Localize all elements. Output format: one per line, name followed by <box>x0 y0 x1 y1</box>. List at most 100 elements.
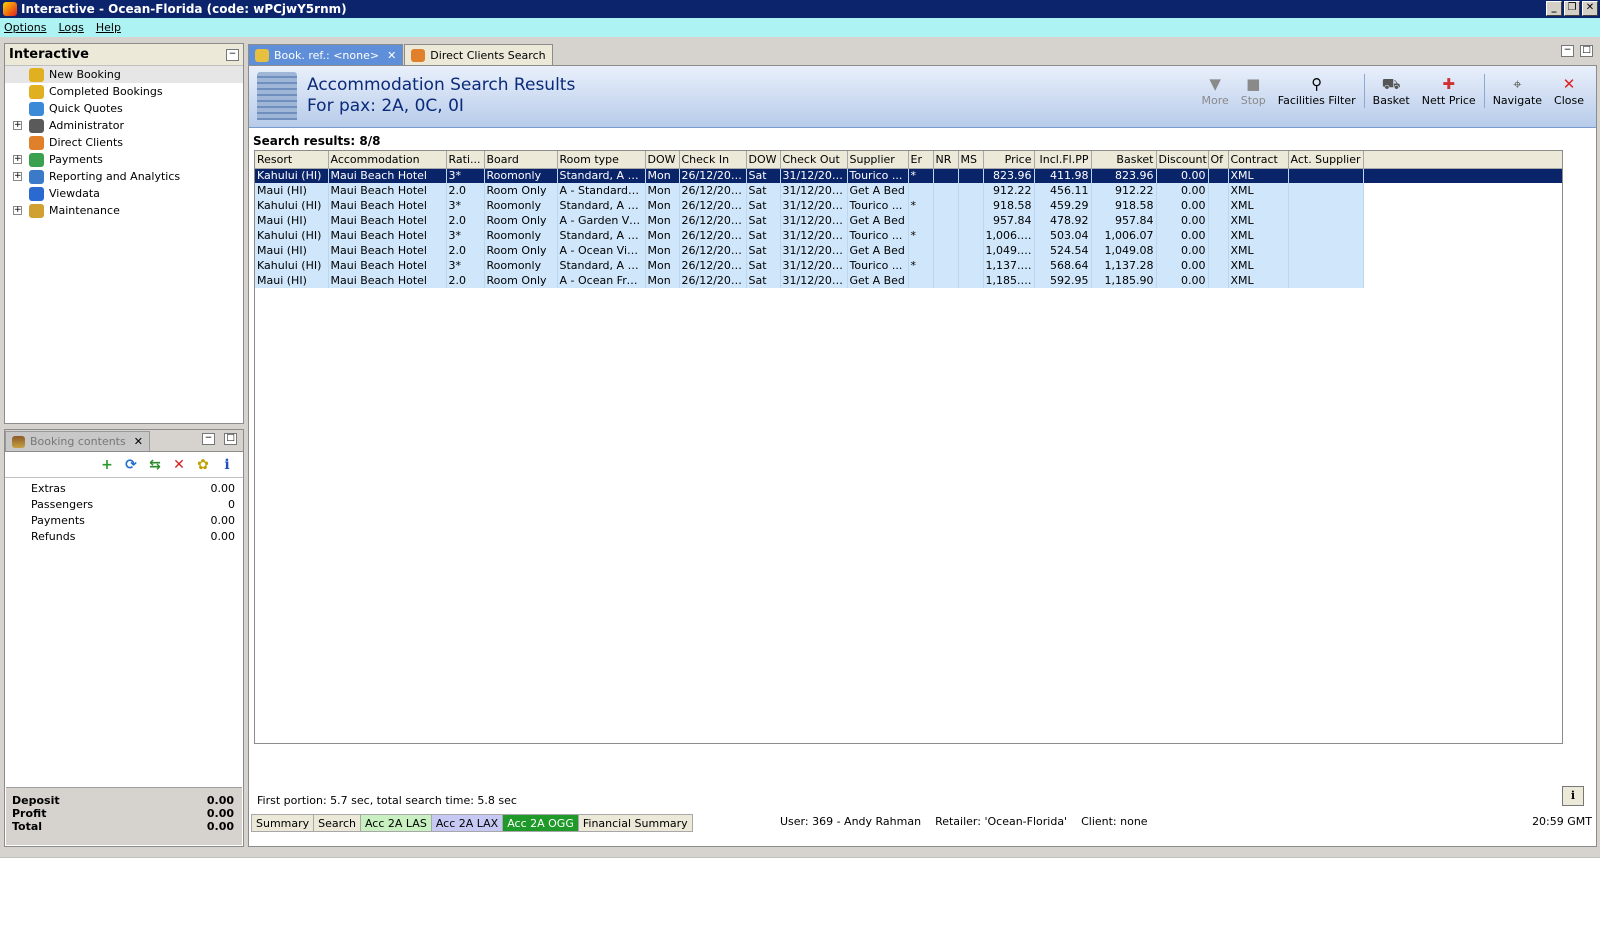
add-icon[interactable]: + <box>99 457 115 473</box>
table-cell: Sat <box>746 213 781 228</box>
sidebar-item-administrator[interactable]: + Administrator <box>5 117 243 134</box>
table-cell: 26/12/2016 <box>679 243 747 258</box>
sidebar-item-completed-bookings[interactable]: Completed Bookings <box>5 83 243 100</box>
table-row-filler <box>1363 213 1562 228</box>
booking-contents-tab-label: Booking contents <box>30 435 126 448</box>
sidebar-item-reporting-and-analytics[interactable]: + Reporting and Analytics <box>5 168 243 185</box>
sidebar-item-quick-quotes[interactable]: Quick Quotes <box>5 100 243 117</box>
table-cell: Room Only <box>484 243 558 258</box>
column-header[interactable]: Resort <box>255 151 329 169</box>
table-cell: XML <box>1228 183 1289 198</box>
table-cell: 26/12/2016 <box>679 258 747 273</box>
column-header[interactable]: Basket <box>1091 151 1157 169</box>
more-button[interactable]: ▼ More <box>1195 74 1234 107</box>
table-cell <box>1208 273 1229 288</box>
table-row[interactable]: Maui (HI) Maui Beach Hotel 2.0 Room Only A -… <box>255 273 1562 288</box>
info-icon[interactable]: i <box>1562 786 1584 806</box>
column-header[interactable]: Accommodation <box>328 151 447 169</box>
close-tab-icon[interactable]: ✕ <box>387 49 396 62</box>
tab-direct-clients-search[interactable]: Direct Clients Search <box>404 44 553 65</box>
sidebar-item-payments[interactable]: + Payments <box>5 151 243 168</box>
close-button[interactable]: ✕ Close <box>1548 74 1590 107</box>
column-header[interactable]: Price <box>983 151 1035 169</box>
column-header[interactable]: DOW <box>746 151 781 169</box>
sidebar-item-viewdata[interactable]: Viewdata <box>5 185 243 202</box>
column-header[interactable]: Incl.Fl.PP <box>1034 151 1092 169</box>
sidebar-item-new-booking[interactable]: New Booking <box>5 66 243 83</box>
table-cell <box>933 213 959 228</box>
palm-tree-icon[interactable]: ✿ <box>195 457 211 473</box>
column-header[interactable]: NR <box>933 151 959 169</box>
minimize-icon[interactable]: _ <box>1546 1 1562 16</box>
column-header[interactable]: Check In <box>679 151 747 169</box>
table-row[interactable]: Kahului (HI) Maui Beach Hotel 3* Roomonly St… <box>255 168 1562 183</box>
basket-button[interactable]: ⛟ Basket <box>1367 74 1416 107</box>
table-cell: Tourico ... <box>847 228 909 243</box>
table-cell <box>1208 258 1229 273</box>
column-header[interactable]: Supplier <box>847 151 909 169</box>
column-header[interactable]: Rati... <box>446 151 485 169</box>
table-cell: 26/12/2016 <box>679 228 747 243</box>
booking-contents-tab[interactable]: Booking contents ✕ <box>5 431 150 451</box>
column-header[interactable]: Discount <box>1156 151 1209 169</box>
sidebar-item-maintenance[interactable]: + Maintenance <box>5 202 243 219</box>
minimize-doc-icon[interactable]: − <box>1561 45 1574 57</box>
basket-transfer-icon[interactable]: ⇆ <box>147 457 163 473</box>
column-header[interactable]: Of <box>1208 151 1229 169</box>
table-row[interactable]: Kahului (HI) Maui Beach Hotel 3* Roomonly St… <box>255 198 1562 213</box>
nett-price-button[interactable]: ✚ Nett Price <box>1416 74 1482 107</box>
table-cell: 2.0 <box>446 243 485 258</box>
booking-row-value: 0 <box>228 497 235 511</box>
table-cell: 0.00 <box>1156 273 1209 288</box>
table-row[interactable]: Maui (HI) Maui Beach Hotel 2.0 Room Only A -… <box>255 243 1562 258</box>
menu-help[interactable]: Help <box>96 21 121 34</box>
facilities-filter-button[interactable]: ⚲ Facilities Filter <box>1272 74 1362 107</box>
column-header[interactable]: DOW <box>645 151 680 169</box>
delete-icon[interactable]: ✕ <box>171 457 187 473</box>
table-row[interactable]: Maui (HI) Maui Beach Hotel 2.0 Room Only A -… <box>255 183 1562 198</box>
expand-icon[interactable]: + <box>13 121 22 130</box>
sidebar-item-direct-clients[interactable]: Direct Clients <box>5 134 243 151</box>
column-header[interactable]: Contract <box>1228 151 1289 169</box>
navigate-button[interactable]: ⌖ Navigate <box>1487 74 1548 107</box>
table-cell: Get A Bed <box>847 183 909 198</box>
column-header[interactable]: Er <box>908 151 934 169</box>
table-row[interactable]: Maui (HI) Maui Beach Hotel 2.0 Room Only A -… <box>255 213 1562 228</box>
refresh-icon[interactable]: ⟳ <box>123 457 139 473</box>
expand-icon[interactable]: + <box>13 206 22 215</box>
column-header[interactable]: Board <box>484 151 558 169</box>
minimize-panel-icon[interactable]: − <box>202 433 215 445</box>
close-tab-icon[interactable]: ✕ <box>134 435 143 448</box>
close-window-icon[interactable]: ✕ <box>1582 1 1598 16</box>
expand-icon[interactable]: + <box>13 172 22 181</box>
table-row[interactable]: Kahului (HI) Maui Beach Hotel 3* Roomonly St… <box>255 228 1562 243</box>
column-header[interactable]: MS <box>958 151 984 169</box>
column-header[interactable]: Room type <box>557 151 646 169</box>
results-content: Accommodation Search Results For pax: 2A… <box>248 65 1597 847</box>
menu-options[interactable]: Options <box>4 21 46 34</box>
menu-logs[interactable]: Logs <box>58 21 83 34</box>
info-icon[interactable]: i <box>219 457 235 473</box>
expand-icon[interactable]: + <box>13 155 22 164</box>
table-row-filler <box>1363 198 1562 213</box>
table-cell <box>1208 183 1229 198</box>
stop-button[interactable]: ■ Stop <box>1235 74 1272 107</box>
toolbar-button-label: Basket <box>1372 94 1410 107</box>
maximize-panel-icon[interactable]: □ <box>224 433 237 445</box>
collapse-icon[interactable]: − <box>226 48 239 61</box>
globe-icon <box>29 186 44 201</box>
column-header[interactable]: Act. Supplier <box>1288 151 1364 169</box>
tab-booking-ref[interactable]: Book. ref.: <none> ✕ <box>248 44 404 65</box>
table-cell: * <box>908 228 934 243</box>
column-header[interactable]: Check Out <box>780 151 848 169</box>
table-cell: 1,006.07 <box>983 228 1035 243</box>
booking-toolbar: + ⟳ ⇆ ✕ ✿ i <box>5 452 243 478</box>
booking-row: Refunds 0.00 <box>5 528 243 544</box>
table-row[interactable]: Kahului (HI) Maui Beach Hotel 3* Roomonly St… <box>255 258 1562 273</box>
restore-icon[interactable]: ❐ <box>1564 1 1580 16</box>
table-row-filler <box>1363 183 1562 198</box>
table-cell: 31/12/2016 <box>780 258 848 273</box>
booking-row-label: Passengers <box>31 497 94 511</box>
table-cell: 31/12/2016 <box>780 183 848 198</box>
maximize-doc-icon[interactable]: □ <box>1580 45 1593 57</box>
